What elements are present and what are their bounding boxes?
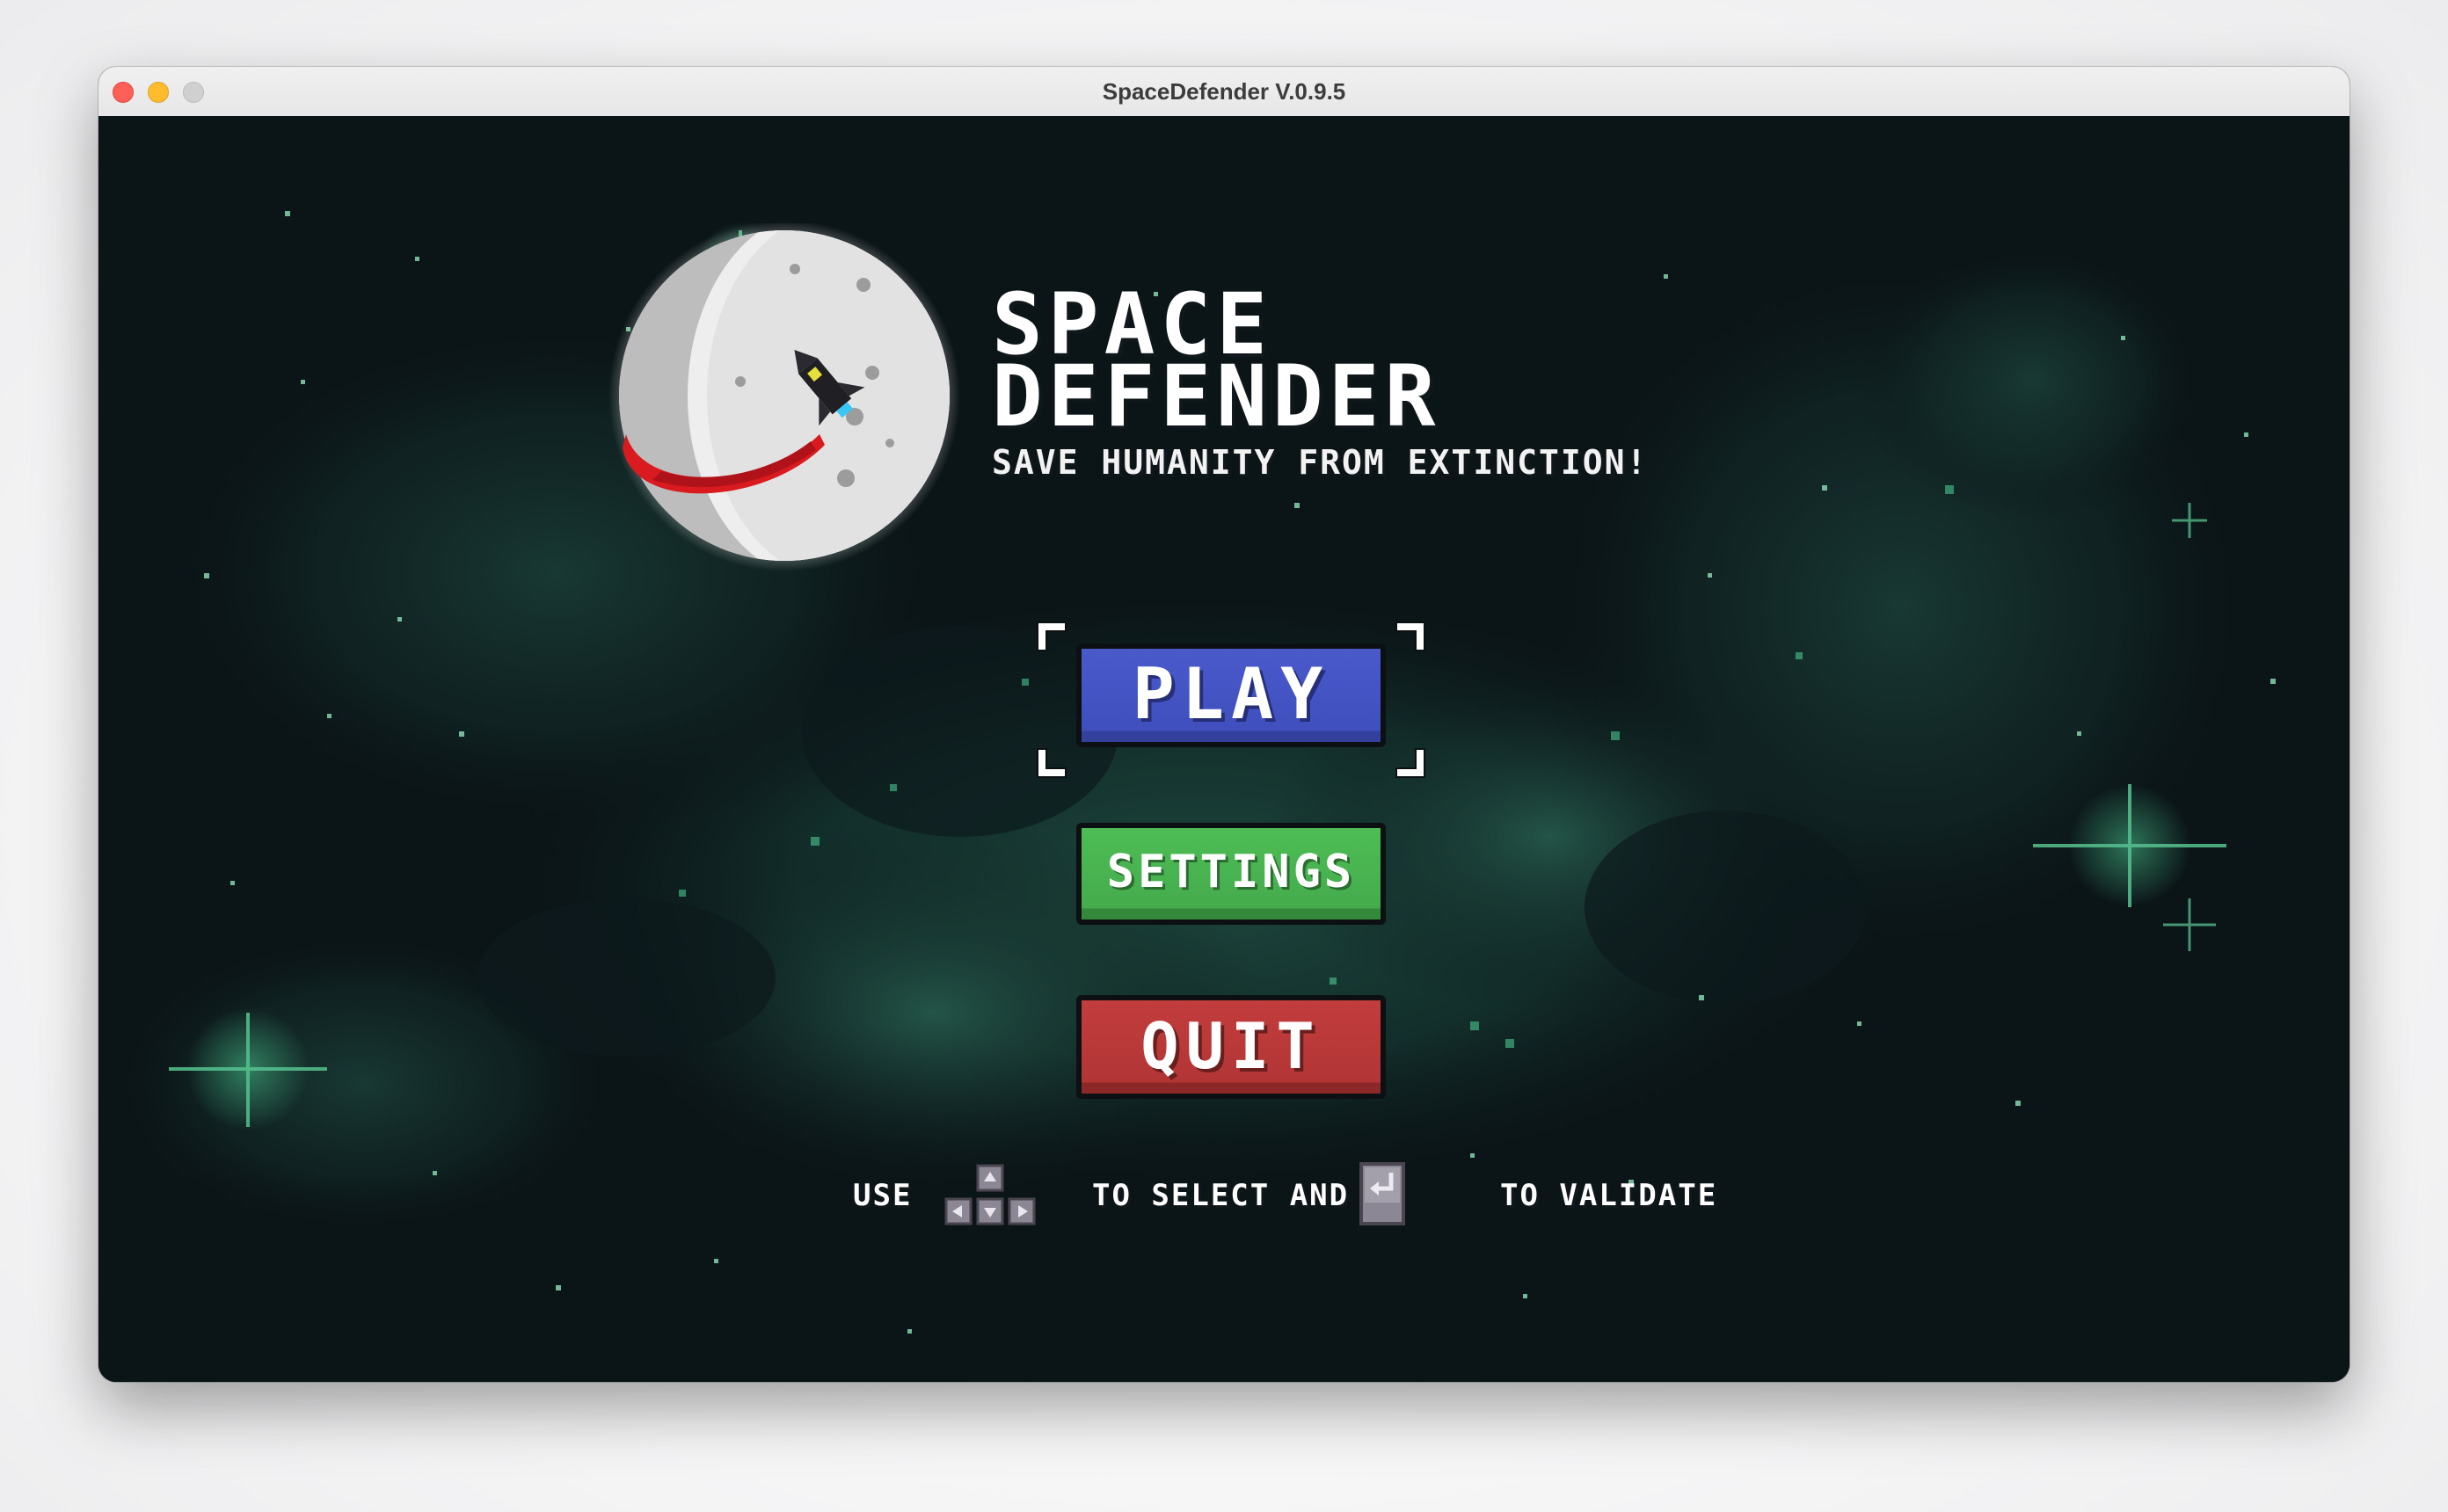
game-title-line-2: DEFENDER [992, 347, 1441, 446]
settings-button[interactable]: SETTINGS [1076, 823, 1386, 925]
title-bar[interactable]: SpaceDefender V.0.9.5 [98, 67, 2350, 117]
maximize-window-button[interactable] [183, 82, 204, 103]
quit-button-label: QUIT [1140, 1009, 1322, 1083]
game-title-block: SPACE DEFENDER SAVE HUMANITY FROM EXTINC… [992, 282, 1649, 482]
enter-key-icon [1359, 1162, 1405, 1225]
arrow-keys-icon [944, 1164, 1036, 1225]
hint-use-text: USE [853, 1178, 913, 1213]
quit-button[interactable]: QUIT [1076, 995, 1386, 1099]
window-title: SpaceDefender V.0.9.5 [1102, 78, 1346, 105]
close-window-button[interactable] [113, 82, 134, 103]
settings-button-label: SETTINGS [1106, 846, 1356, 898]
play-button-label: PLAY [1132, 653, 1330, 735]
game-subtitle: SAVE HUMANITY FROM EXTINCTION! [992, 443, 1649, 482]
play-button[interactable]: PLAY [1076, 643, 1386, 747]
hint-select-text: TO SELECT AND [1092, 1178, 1350, 1213]
hint-validate-text: TO VALIDATE [1500, 1178, 1718, 1213]
app-window: SpaceDefender V.0.9.5 SPACE DEFENDER SAV… [98, 67, 2350, 1382]
moon-with-rocket-icon [608, 223, 960, 571]
desktop-background: SpaceDefender V.0.9.5 SPACE DEFENDER SAV… [0, 0, 2448, 1512]
game-canvas: SPACE DEFENDER SAVE HUMANITY FROM EXTINC… [98, 116, 2350, 1382]
minimize-window-button[interactable] [148, 82, 169, 103]
